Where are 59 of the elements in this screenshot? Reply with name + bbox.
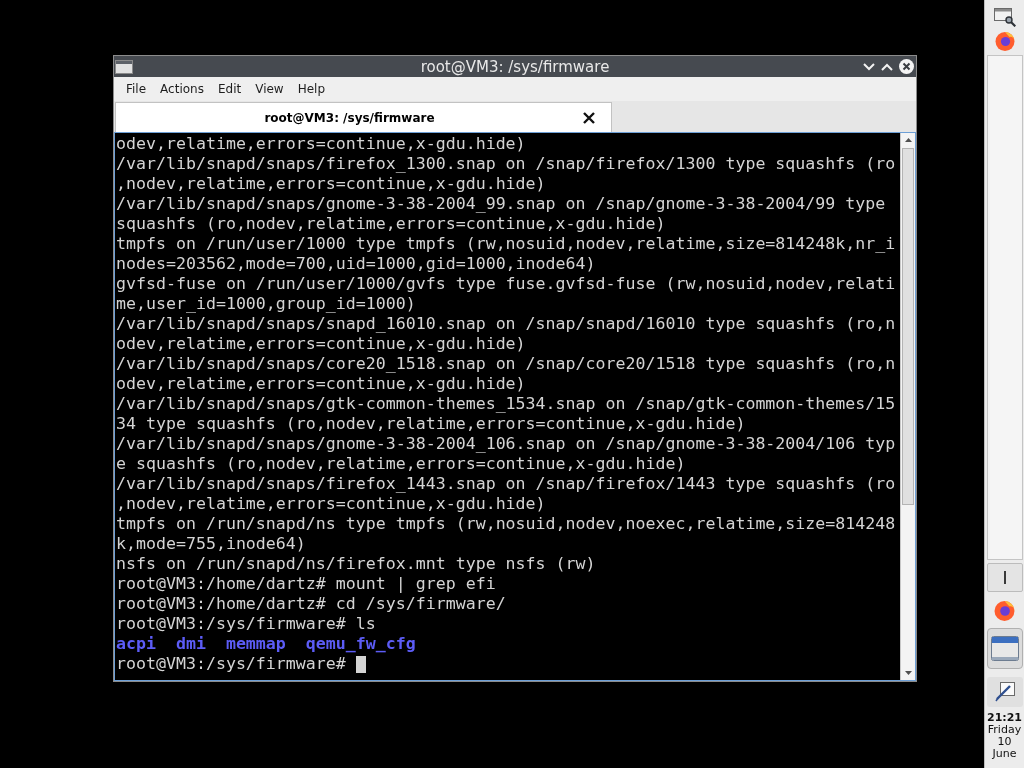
tool-button[interactable] (986, 677, 1023, 707)
taskbar-window-button[interactable] (986, 628, 1023, 669)
directory-name: qemu_fw_cfg (305, 634, 416, 654)
output-line: ,nodev,relatime,errors=continue,x-gdu.hide) (116, 494, 547, 514)
terminal-tab[interactable]: root@VM3: /sys/firmware (115, 102, 612, 132)
scroll-up-icon[interactable] (904, 138, 912, 142)
output-line: me,user_id=1000,group_id=1000) (116, 294, 417, 314)
vertical-bar-icon (1003, 571, 1006, 584)
output-line: tmpfs on /run/snapd/ns type tmpfs (rw,nosuid,nodev,noexec,relatime,size=814248 (116, 514, 897, 534)
command-line: root@VM3:/home/dartz# cd /sys/firmware/ (116, 594, 507, 614)
output-line: ,nodev,relatime,errors=continue,x-gdu.hide) (116, 174, 547, 194)
output-line: /var/lib/snapd/snaps/gtk-common-themes_1534.snap on /snap/gtk-common-themes/15 (116, 394, 897, 414)
prompt-text: root@VM3:/sys/firmware# (116, 654, 346, 674)
output-line: gvfsd-fuse on /run/user/1000/gvfs type fuse.gvfsd-fuse (rw,nosuid,nodev,relati (116, 274, 897, 294)
directory-name: acpi (116, 634, 156, 654)
command-line: root@VM3:/home/dartz# mount | grep efi (116, 574, 497, 594)
clock-month: June (992, 748, 1017, 760)
window-icon[interactable] (115, 59, 133, 74)
menu-item[interactable]: Help (290, 80, 333, 98)
menu-item[interactable]: View (248, 80, 291, 98)
browser-icon[interactable] (994, 599, 1015, 621)
chevron-down-icon[interactable] (863, 62, 875, 71)
output-line: nsfs on /run/snapd/ns/firefox.mnt type nsfs (rw) (116, 554, 597, 574)
pen-paper-icon (994, 682, 1015, 702)
output-line: /var/lib/snapd/snaps/gnome-3-38-2004_106.snap on /snap/gnome-3-38-2004/106 typ (116, 434, 897, 454)
clock-time[interactable]: 21:21 (987, 712, 1022, 724)
menu-item[interactable]: File (119, 80, 154, 98)
window-magnifier-icon[interactable] (993, 8, 1016, 27)
scrollbar-thumb[interactable] (902, 148, 914, 505)
clock-date: 10 (997, 736, 1012, 748)
clock-day: Friday (987, 724, 1022, 736)
output-line: squashfs (ro,nodev,relatime,errors=continue,x-gdu.hide) (116, 214, 667, 234)
directory-name: dmi (175, 634, 206, 654)
panel-button[interactable] (986, 563, 1023, 592)
directory-name: memmap (225, 634, 286, 654)
output-line: /var/lib/snapd/snaps/core20_1518.snap on /snap/core20/1518 type squashfs (ro,n (116, 354, 897, 374)
chevron-up-icon[interactable] (881, 62, 893, 71)
output-line: odev,relatime,errors=continue,x-gdu.hide) (116, 334, 527, 354)
command-line: root@VM3:/sys/firmware# ls (116, 614, 377, 634)
output-line: 34 type squashfs (ro,nodev,relatime,errors=continue,x-gdu.hide) (116, 414, 747, 434)
close-icon[interactable] (899, 59, 914, 74)
browser-icon[interactable] (994, 31, 1015, 51)
scrollbar[interactable] (900, 133, 915, 680)
output-line: nodes=203562,mode=700,uid=1000,gid=1000,inode64) (116, 254, 597, 274)
close-icon[interactable] (583, 111, 595, 124)
window-title: root@VM3: /sys/firmware (420, 56, 610, 77)
output-line: /var/lib/snapd/snaps/snapd_16010.snap on /snap/snapd/16010 type squashfs (ro,n (116, 314, 897, 334)
output-line: odev,relatime,errors=continue,x-gdu.hide) (116, 374, 527, 394)
scroll-down-icon[interactable] (904, 671, 912, 675)
menu-item[interactable]: Edit (210, 80, 249, 98)
output-line: tmpfs on /run/user/1000 type tmpfs (rw,nosuid,nodev,relatime,size=814248k,nr_i (116, 234, 897, 254)
output-line: /var/lib/snapd/snaps/gnome-3-38-2004_99.snap on /snap/gnome-3-38-2004/99 type (116, 194, 887, 214)
output-line: k,mode=755,inode64) (116, 534, 307, 554)
output-line: /var/lib/snapd/snaps/firefox_1443.snap on /snap/firefox/1443 type squashfs (ro (116, 474, 897, 494)
output-line: e squashfs (ro,nodev,relatime,errors=continue,x-gdu.hide) (116, 454, 687, 474)
output-line: /var/lib/snapd/snaps/firefox_1300.snap on /snap/firefox/1300 type squashfs (ro (116, 154, 897, 174)
menu-item[interactable]: Actions (153, 80, 211, 98)
window-icon (990, 636, 1019, 661)
output-line: odev,relatime,errors=continue,x-gdu.hide) (116, 134, 527, 154)
